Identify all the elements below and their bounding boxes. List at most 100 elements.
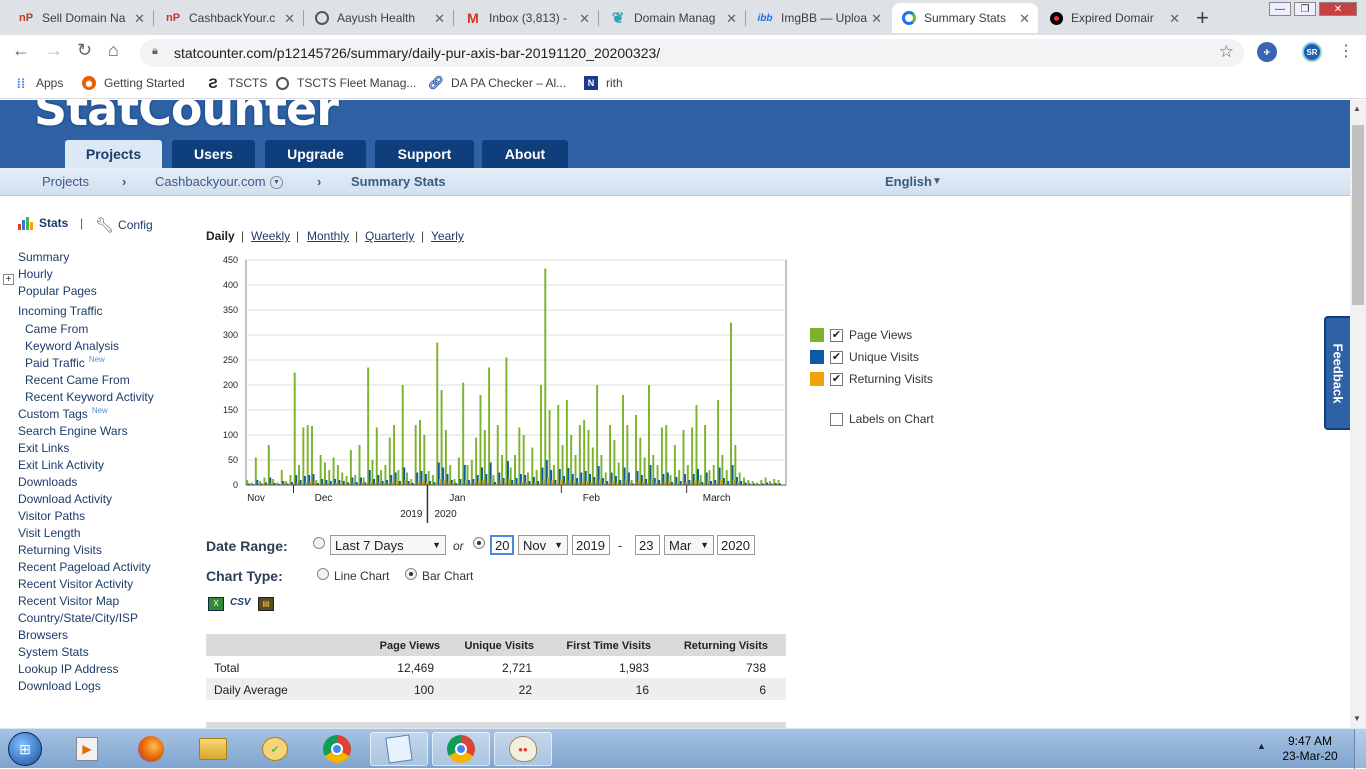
new-tab-button[interactable]: + — [1196, 5, 1209, 31]
bookmark-getting-started[interactable]: ◉ Getting Started — [82, 76, 185, 90]
checkbox-unique-visits[interactable]: ✔ — [830, 350, 843, 364]
sidebar-item-lookup-ip[interactable]: Lookup IP Address — [18, 662, 119, 676]
browser-tab[interactable]: nP Sell Domain Na ✕ — [8, 3, 153, 33]
browser-tab[interactable]: nP CashbackYour.c ✕ — [155, 3, 303, 33]
sidebar-item-came-from[interactable]: Came From — [25, 322, 88, 336]
sidebar-item-download-activity[interactable]: Download Activity — [18, 492, 112, 506]
sidebar-item-recent-keyword-activity[interactable]: Recent Keyword Activity — [25, 390, 154, 404]
bookmark-dapa[interactable]: 🔗︎ DA PA Checker – Al... — [428, 75, 566, 90]
scrollbar-thumb[interactable] — [1352, 125, 1364, 305]
extension-icon[interactable]: ✈ — [1257, 42, 1277, 62]
taskbar-explorer[interactable] — [186, 732, 240, 766]
minimize-button[interactable]: — — [1269, 2, 1291, 16]
statcounter-logo[interactable]: StatCounter — [34, 100, 339, 136]
reload-icon[interactable]: ↻ — [77, 40, 92, 61]
bookmark-tscts[interactable]: Ƨ TSCTS — [206, 75, 267, 91]
feedback-tab[interactable]: Feedback — [1324, 316, 1350, 430]
sidebar-item-keyword-analysis[interactable]: Keyword Analysis — [25, 339, 119, 353]
address-bar[interactable]: 🔒︎ statcounter.com/p12145726/summary/dai… — [140, 39, 1244, 67]
sidebar-item-custom-tags[interactable]: Custom Tags New — [18, 406, 108, 421]
sidebar-item-download-logs[interactable]: Download Logs — [18, 679, 101, 693]
home-icon[interactable]: ⌂ — [108, 40, 119, 61]
radio-custom-range[interactable] — [473, 537, 485, 549]
profile-avatar[interactable]: SR — [1302, 42, 1322, 62]
browser-tab[interactable]: M Inbox (3,813) - ✕ — [455, 3, 598, 33]
radio-bar-chart[interactable] — [405, 568, 417, 580]
nav-tab-about[interactable]: About — [482, 140, 568, 168]
forward-icon[interactable]: → — [45, 40, 63, 61]
sidebar-item-recent-pageload-activity[interactable]: Recent Pageload Activity — [18, 560, 151, 574]
sidebar-item-exit-links[interactable]: Exit Links — [18, 441, 69, 455]
period-daily[interactable]: Daily — [206, 229, 235, 243]
taskbar-chrome[interactable] — [310, 732, 364, 766]
close-window-button[interactable]: ✕ — [1319, 2, 1357, 16]
show-hidden-icons[interactable]: ▲ — [1257, 741, 1266, 751]
sidebar-item-returning-visits[interactable]: Returning Visits — [18, 543, 102, 557]
sidebar-item-hourly[interactable]: Hourly — [18, 267, 53, 281]
sidebar-item-search-engine-wars[interactable]: Search Engine Wars — [18, 424, 128, 438]
stats-tab[interactable]: Stats — [18, 216, 68, 230]
browser-tab-active[interactable]: Summary Stats ✕ — [892, 3, 1038, 33]
expand-plus-icon[interactable]: + — [3, 274, 14, 285]
to-day-input[interactable]: 23 — [635, 535, 660, 555]
browser-tab[interactable]: ❦ Domain Manag ✕ — [600, 3, 745, 33]
from-day-input[interactable]: 20 — [490, 535, 514, 555]
sidebar-item-downloads[interactable]: Downloads — [18, 475, 77, 489]
from-year-input[interactable]: 2019 — [572, 535, 610, 555]
period-weekly[interactable]: Weekly — [251, 229, 290, 243]
browser-tab[interactable]: Aayush Health ✕ — [305, 3, 453, 33]
from-month-select[interactable]: Nov ▼ — [518, 535, 568, 555]
bookmark-apps[interactable]: ⁞⁞ Apps — [14, 76, 64, 91]
config-tab[interactable]: 🔧︎ Config — [95, 216, 153, 234]
taskbar-media-player[interactable]: ▶ — [60, 732, 114, 766]
close-icon[interactable]: ✕ — [134, 11, 145, 27]
radio-line-chart[interactable] — [317, 568, 329, 580]
legend-unique-visits[interactable]: ✔ Unique Visits — [810, 350, 919, 364]
sidebar-item-system-stats[interactable]: System Stats — [18, 645, 89, 659]
bookmark-fleet[interactable]: TSCTS Fleet Manag... — [276, 76, 416, 90]
checkbox-page-views[interactable]: ✔ — [830, 328, 843, 342]
close-icon[interactable]: ✕ — [1169, 11, 1180, 27]
taskbar-firefox[interactable] — [124, 732, 178, 766]
labels-on-chart-option[interactable]: Labels on Chart — [830, 412, 934, 426]
browser-tab[interactable]: Expired Domair ✕ — [1040, 3, 1188, 33]
radio-preset-range[interactable] — [313, 537, 325, 549]
print-export-icon[interactable]: ▤ — [258, 597, 274, 611]
page-scrollbar[interactable]: ▲ ▼ — [1350, 100, 1366, 728]
scroll-up-icon[interactable]: ▲ — [1353, 104, 1361, 113]
close-icon[interactable]: ✕ — [434, 11, 445, 27]
nav-tab-upgrade[interactable]: Upgrade — [265, 140, 366, 168]
sidebar-item-summary[interactable]: Summary — [18, 250, 69, 264]
sidebar-item-country-state-city-isp[interactable]: Country/State/City/ISP — [18, 611, 138, 625]
sidebar-item-exit-link-activity[interactable]: Exit Link Activity — [18, 458, 104, 472]
taskbar-chrome-profile[interactable] — [432, 732, 490, 766]
period-monthly[interactable]: Monthly — [307, 229, 349, 243]
breadcrumb-projects[interactable]: Projects — [42, 174, 89, 189]
sidebar-item-recent-visitor-activity[interactable]: Recent Visitor Activity — [18, 577, 133, 591]
period-quarterly[interactable]: Quarterly — [365, 229, 414, 243]
sidebar-item-popular-pages[interactable]: Popular Pages — [18, 284, 97, 298]
browser-tab[interactable]: ibb ImgBB — Uploa ✕ — [747, 3, 890, 33]
sidebar-item-visitor-paths[interactable]: Visitor Paths — [18, 509, 85, 523]
taskbar-clock[interactable]: 9:47 AM 23-Mar-20 — [1280, 734, 1340, 764]
restore-button[interactable]: ❐ — [1294, 2, 1316, 16]
nav-tab-support[interactable]: Support — [375, 140, 474, 168]
close-icon[interactable]: ✕ — [726, 11, 737, 27]
nav-tab-projects[interactable]: Projects — [65, 140, 162, 168]
sidebar-item-incoming-traffic[interactable]: Incoming Traffic — [18, 304, 102, 318]
close-icon[interactable]: ✕ — [1019, 11, 1030, 27]
project-dropdown-icon[interactable]: ▼ — [270, 176, 283, 189]
checkbox-returning-visits[interactable]: ✔ — [830, 372, 843, 386]
scroll-down-icon[interactable]: ▼ — [1353, 714, 1361, 723]
nav-tab-users[interactable]: Users — [172, 140, 255, 168]
taskbar-app[interactable]: ✔ — [248, 732, 302, 766]
show-desktop-button[interactable] — [1354, 729, 1366, 769]
legend-returning-visits[interactable]: ✔ Returning Visits — [810, 372, 933, 386]
chevron-down-icon[interactable]: ▼ — [932, 176, 942, 187]
checkbox-labels-on-chart[interactable] — [830, 412, 843, 426]
legend-page-views[interactable]: ✔ Page Views — [810, 328, 912, 342]
taskbar-notepad[interactable] — [370, 732, 428, 766]
sidebar-item-visit-length[interactable]: Visit Length — [18, 526, 81, 540]
period-yearly[interactable]: Yearly — [431, 229, 464, 243]
close-icon[interactable]: ✕ — [284, 11, 295, 27]
